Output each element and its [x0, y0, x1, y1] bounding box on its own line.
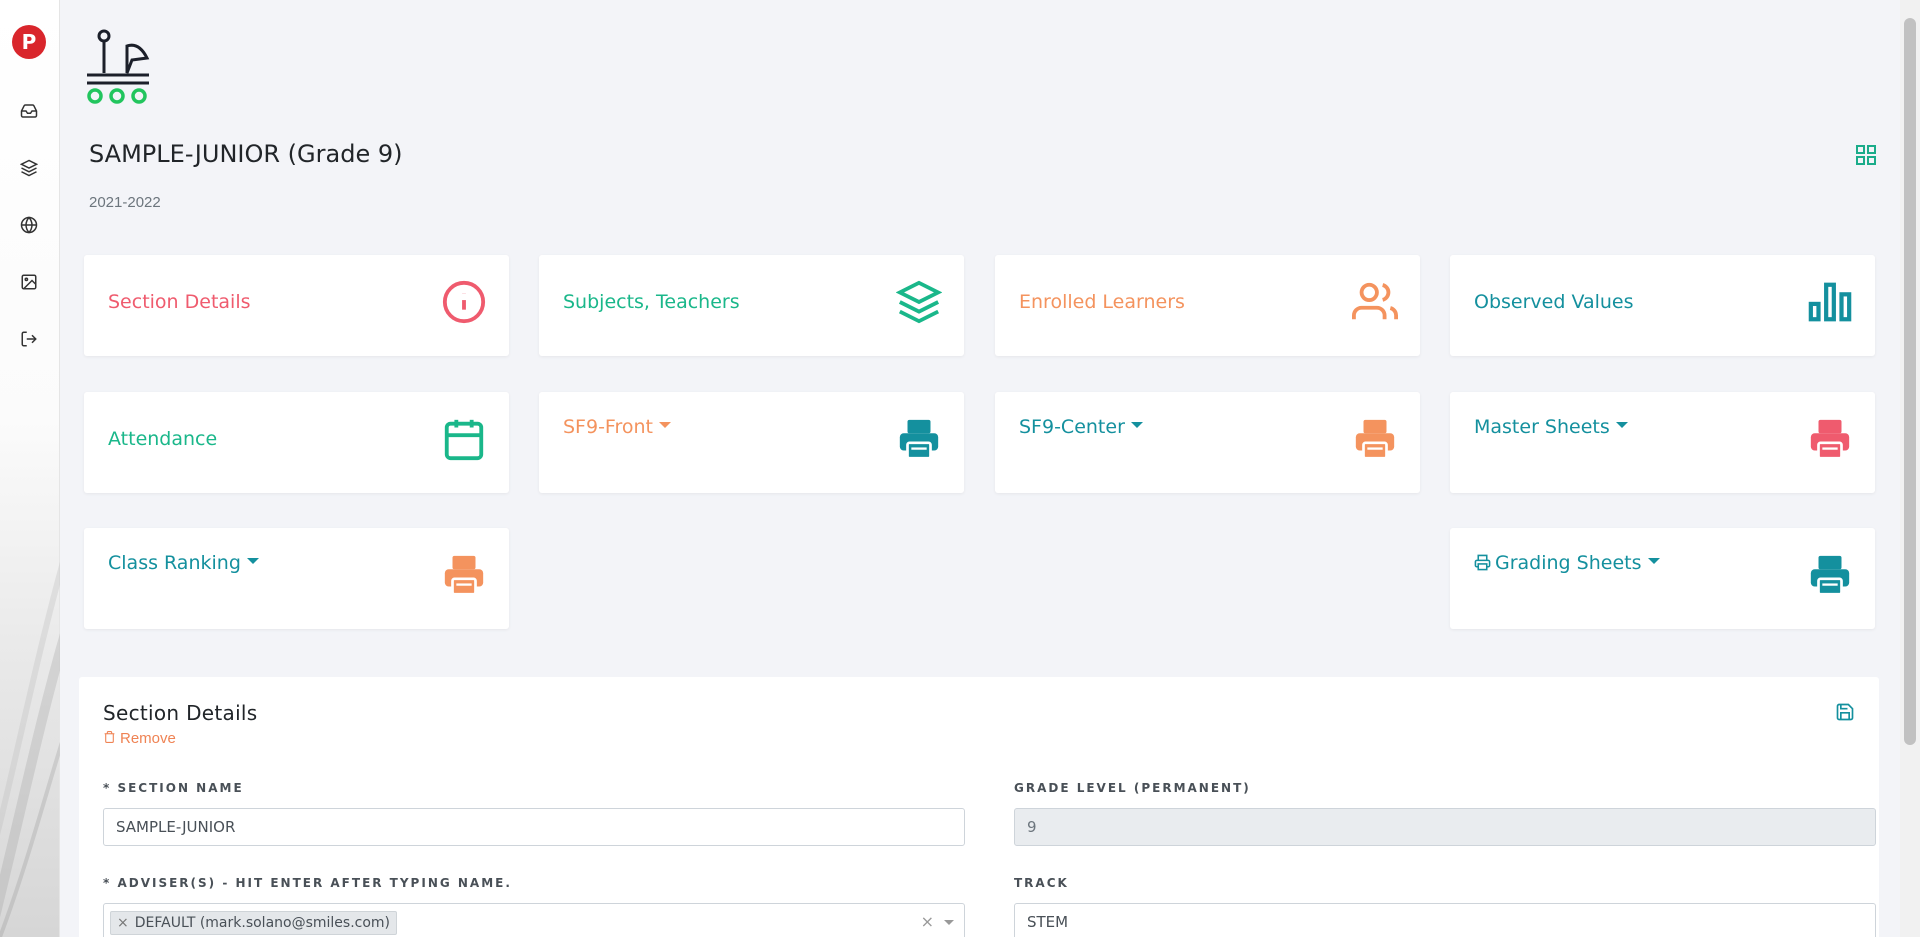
grading-sheets-dropdown[interactable]: Grading Sheets: [1474, 552, 1660, 574]
image-icon[interactable]: [20, 273, 40, 293]
card-sf9-center[interactable]: SF9-Center: [995, 392, 1420, 493]
bar-chart-icon: [1807, 279, 1853, 325]
card-grading-sheets[interactable]: Grading Sheets: [1450, 528, 1875, 629]
card-master-sheets[interactable]: Master Sheets: [1450, 392, 1875, 493]
advisers-select[interactable]: × DEFAULT (mark.solano@smiles.com) ×: [103, 903, 965, 937]
caret-down-icon: [1647, 557, 1660, 564]
printer-icon: [1807, 416, 1853, 462]
master-sheets-dropdown[interactable]: Master Sheets: [1474, 416, 1628, 438]
card-section-details[interactable]: Section Details: [84, 255, 509, 356]
card-label: Subjects, Teachers: [563, 291, 740, 313]
printer-icon: [441, 552, 487, 598]
chip-remove-icon[interactable]: ×: [117, 915, 129, 931]
layers-icon[interactable]: [19, 159, 40, 179]
chevron-down-icon[interactable]: [944, 920, 954, 925]
printer-icon: [1352, 416, 1398, 462]
grid-view-icon[interactable]: [1854, 143, 1878, 167]
grade-level-input: 9: [1014, 808, 1876, 846]
card-enrolled-learners[interactable]: Enrolled Learners: [995, 255, 1420, 356]
logout-icon[interactable]: [20, 330, 40, 350]
sf9-center-dropdown[interactable]: SF9-Center: [1019, 416, 1143, 438]
grade-level-label: GRADE LEVEL (PERMANENT): [1014, 781, 1251, 795]
users-icon: [1352, 279, 1398, 325]
section-details-panel: Section Details Remove * SECTION NAME SA…: [79, 677, 1879, 937]
caret-down-icon: [659, 421, 671, 428]
save-icon[interactable]: [1835, 702, 1855, 722]
school-logo-icon: [87, 29, 150, 104]
page-title: SAMPLE-JUNIOR (Grade 9): [89, 140, 403, 168]
caret-down-icon: [246, 557, 259, 564]
app-logo[interactable]: P: [12, 25, 46, 59]
section-name-input[interactable]: SAMPLE-JUNIOR: [103, 808, 965, 846]
card-observed-values[interactable]: Observed Values: [1450, 255, 1875, 356]
layers-icon: [895, 279, 943, 325]
main-content: SAMPLE-JUNIOR (Grade 9) 2021-2022 Sectio…: [60, 0, 1900, 937]
card-class-ranking[interactable]: Class Ranking: [84, 528, 509, 629]
caret-down-icon: [1130, 421, 1143, 428]
track-label: TRACK: [1014, 876, 1069, 890]
card-sf9-front[interactable]: SF9-Front: [539, 392, 964, 493]
adviser-chip: × DEFAULT (mark.solano@smiles.com): [110, 911, 398, 935]
trash-icon: [104, 731, 115, 743]
scrollbar-thumb[interactable]: [1904, 18, 1916, 745]
class-ranking-dropdown[interactable]: Class Ranking: [108, 552, 259, 574]
caret-down-icon: [1615, 421, 1628, 428]
panel-title: Section Details: [103, 701, 258, 725]
printer-small-icon: [1474, 554, 1491, 571]
advisers-label: * ADVISER(S) - HIT ENTER AFTER TYPING NA…: [103, 876, 512, 890]
page-scrollbar[interactable]: [1900, 0, 1920, 937]
sidebar-background-image: [0, 561, 60, 937]
printer-icon: [896, 416, 942, 462]
card-label: Attendance: [108, 428, 218, 450]
sidebar: P: [0, 0, 60, 937]
calendar-icon: [441, 416, 487, 462]
card-label: Observed Values: [1474, 291, 1634, 313]
card-attendance[interactable]: Attendance: [84, 392, 509, 493]
globe-icon[interactable]: [20, 216, 40, 236]
track-input[interactable]: STEM: [1014, 903, 1876, 937]
printer-icon: [1807, 552, 1853, 598]
sf9-front-dropdown[interactable]: SF9-Front: [563, 416, 671, 438]
info-icon: [441, 279, 487, 325]
card-subjects-teachers[interactable]: Subjects, Teachers: [539, 255, 964, 356]
school-year: 2021-2022: [89, 194, 161, 211]
clear-icon[interactable]: ×: [921, 904, 934, 937]
section-name-label: * SECTION NAME: [103, 781, 244, 795]
remove-link[interactable]: Remove: [103, 730, 176, 747]
card-label: Section Details: [108, 291, 251, 313]
card-label: Enrolled Learners: [1019, 291, 1185, 313]
inbox-icon[interactable]: [20, 102, 40, 122]
